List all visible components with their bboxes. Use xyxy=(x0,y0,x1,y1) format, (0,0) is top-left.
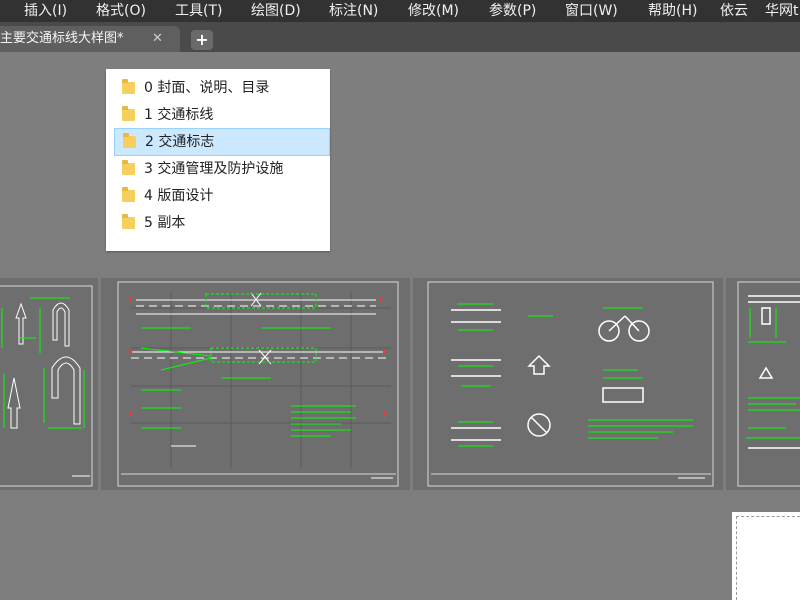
folder-item-signs[interactable]: 2 交通标志 xyxy=(114,128,330,156)
menu-parameters[interactable]: 参数(P) xyxy=(489,0,536,22)
layout-sheet-3[interactable] xyxy=(413,278,723,490)
menu-modify[interactable]: 修改(M) xyxy=(408,0,459,22)
document-tab[interactable]: 主要交通标线大样图* ✕ xyxy=(0,26,180,52)
sheet-3-drawing xyxy=(427,281,714,487)
folder-icon xyxy=(122,79,135,94)
layout-sheet-4[interactable] xyxy=(726,278,800,490)
menu-format[interactable]: 格式(O) xyxy=(96,0,146,22)
menu-window[interactable]: 窗口(W) xyxy=(565,0,618,22)
plus-icon[interactable]: + xyxy=(191,30,213,50)
folder-item-cover[interactable]: 0 封面、说明、目录 xyxy=(114,75,330,101)
menu-bar: 插入(I) 格式(O) 工具(T) 绘图(D) 标注(N) 修改(M) 参数(P… xyxy=(0,0,800,22)
folder-icon xyxy=(122,214,135,229)
folder-icon xyxy=(122,187,135,202)
sheet-4-drawing xyxy=(737,281,800,487)
folder-item-facilities[interactable]: 3 交通管理及防护设施 xyxy=(114,156,330,182)
folder-item-copy[interactable]: 5 副本 xyxy=(114,210,330,236)
menu-huawang[interactable]: 华网t xyxy=(765,0,799,22)
folder-icon xyxy=(122,106,135,121)
menu-yiyun[interactable]: 依云 xyxy=(720,0,748,22)
folder-item-layout-design[interactable]: 4 版面设计 xyxy=(114,183,330,209)
close-icon[interactable]: ✕ xyxy=(152,26,163,52)
menu-draw[interactable]: 绘图(D) xyxy=(251,0,301,22)
layout-sheet-2[interactable] xyxy=(101,278,410,490)
layout-sheet-1[interactable] xyxy=(0,278,98,490)
document-tab-title: 主要交通标线大样图* xyxy=(0,31,124,46)
folder-item-label: 1 交通标线 xyxy=(144,107,214,123)
sheet-2-drawing xyxy=(117,281,399,487)
folder-item-label: 0 封面、说明、目录 xyxy=(144,80,270,96)
paper-preview xyxy=(732,512,800,600)
folder-item-markings[interactable]: 1 交通标线 xyxy=(114,102,330,128)
menu-insert[interactable]: 插入(I) xyxy=(24,0,67,22)
folder-list-panel: 0 封面、说明、目录 1 交通标线 2 交通标志 3 交通管理及防护设施 4 版… xyxy=(106,69,330,251)
folder-item-label: 4 版面设计 xyxy=(144,188,214,204)
folder-item-label: 2 交通标志 xyxy=(145,134,215,150)
document-tab-bar: 主要交通标线大样图* ✕ + xyxy=(0,22,800,52)
folder-item-label: 5 副本 xyxy=(144,215,186,231)
folder-icon xyxy=(122,160,135,175)
folder-item-label: 3 交通管理及防护设施 xyxy=(144,161,284,177)
folder-icon xyxy=(123,133,136,148)
menu-help[interactable]: 帮助(H) xyxy=(648,0,697,22)
menu-dimension[interactable]: 标注(N) xyxy=(329,0,378,22)
sheet-1-drawing xyxy=(0,285,93,487)
menu-tools[interactable]: 工具(T) xyxy=(175,0,222,22)
